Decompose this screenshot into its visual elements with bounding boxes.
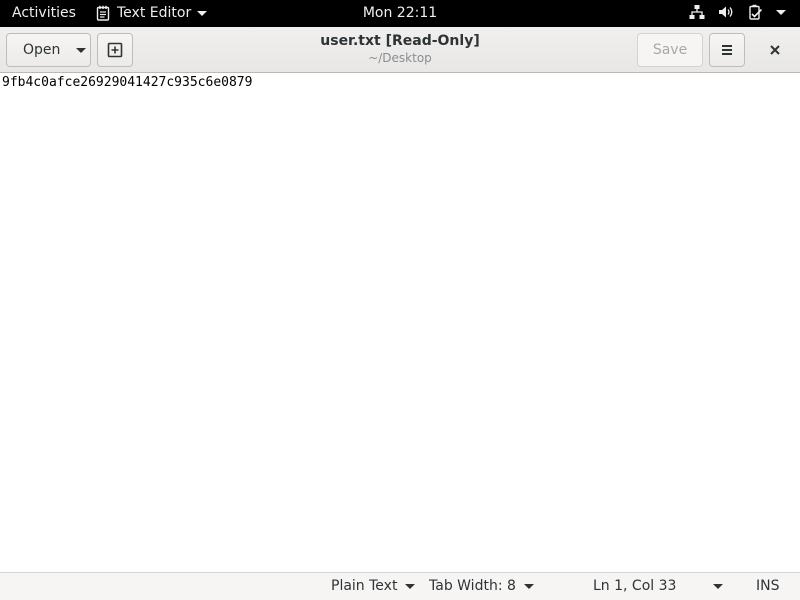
save-button[interactable]: Save <box>637 33 703 67</box>
open-button-label: Open <box>23 42 61 58</box>
insert-mode-indicator[interactable]: INS <box>756 578 780 594</box>
app-menu[interactable]: Text Editor <box>96 5 208 21</box>
open-button[interactable]: Open <box>6 33 91 67</box>
activities-button[interactable]: Activities <box>12 5 76 21</box>
header-bar: Open user.txt [Read-Only] ~/Desktop Save <box>0 27 800 73</box>
insert-mode-label: INS <box>756 578 780 594</box>
app-menu-label: Text Editor <box>117 5 192 21</box>
text-editor-area[interactable]: 9fb4c0afce26929041427c935c6e0879 <box>0 74 800 572</box>
hamburger-menu-icon <box>722 45 732 55</box>
window-subtitle: ~/Desktop <box>368 51 432 65</box>
close-button[interactable] <box>757 33 793 67</box>
tab-width-selector[interactable]: Tab Width: 8 <box>429 578 534 594</box>
new-document-button[interactable] <box>97 33 133 67</box>
system-status-area[interactable] <box>689 4 786 20</box>
chevron-down-icon <box>713 584 723 589</box>
chevron-down-icon <box>523 583 534 589</box>
language-selector[interactable]: Plain Text <box>331 578 416 594</box>
text-line-1: 9fb4c0afce26929041427c935c6e0879 <box>2 75 253 90</box>
cursor-position-label: Ln 1, Col 33 <box>593 578 677 594</box>
chevron-down-icon <box>405 583 416 589</box>
top-bar: Activities Text Editor Mon 22:11 <box>0 0 800 27</box>
new-document-icon <box>107 42 123 58</box>
window-title-area: user.txt [Read-Only] ~/Desktop <box>250 33 550 65</box>
language-label: Plain Text <box>331 578 398 594</box>
status-bar: Plain Text Tab Width: 8 Ln 1, Col 33 INS <box>0 572 800 600</box>
chevron-down-icon <box>197 10 208 16</box>
close-icon <box>770 45 780 55</box>
cursor-position[interactable]: Ln 1, Col 33 <box>593 578 676 594</box>
text-editor-icon <box>96 5 110 21</box>
chevron-down-icon <box>76 47 87 53</box>
power-menu-caret <box>776 9 786 15</box>
hamburger-menu-button[interactable] <box>709 33 745 67</box>
volume-icon <box>719 6 733 18</box>
clock[interactable]: Mon 22:11 <box>363 5 437 21</box>
battery-icon <box>749 4 763 20</box>
tab-width-label: Tab Width: 8 <box>429 578 516 594</box>
cursor-position-dropdown[interactable] <box>713 584 723 589</box>
network-icon <box>689 5 705 19</box>
window-title: user.txt [Read-Only] <box>320 33 480 49</box>
